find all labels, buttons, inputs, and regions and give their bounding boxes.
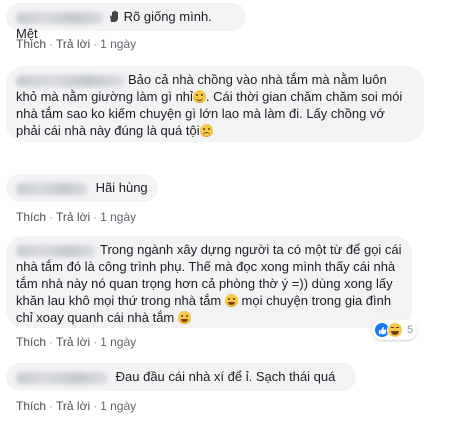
laughing-emoji-icon <box>224 294 238 307</box>
comment-line: khỏ mà nằm giường làm gì nhỉ <box>16 89 193 104</box>
blurred-author-name <box>16 11 104 24</box>
comment-bubble: Bảo cả nhà chồng vào nhà tắm mà nằm luôn… <box>6 66 424 142</box>
comment-line: tắm nhà này nó quan trọng hơn cả phòng t… <box>16 276 393 291</box>
comment-line: chỉ xoay quanh cái nhà tắm <box>16 310 175 325</box>
blurred-author-name <box>16 244 96 257</box>
comment-line: nhà tắm đó là công trình phụ. Thế mà đọc… <box>16 259 396 274</box>
comment-bubble: Trong ngành xây dựng người ta có một từ … <box>6 236 412 328</box>
reaction-count: 5 <box>407 324 414 336</box>
comment-actions: Thích · Trả lời · 1 ngày <box>16 37 137 51</box>
blurred-author-name <box>16 74 124 87</box>
laughing-emoji-icon <box>177 311 191 324</box>
like-link[interactable]: Thích <box>16 335 46 349</box>
comment-line: mọi chuyện trong gia đình <box>241 293 392 308</box>
reply-link[interactable]: Trả lời <box>56 37 90 51</box>
comment-timestamp[interactable]: 1 ngày <box>100 399 136 413</box>
comment-actions: Thích · Trả lời · 1 ngày <box>16 210 137 224</box>
comment-timestamp[interactable]: 1 ngày <box>100 335 136 349</box>
blurred-author-name <box>16 182 88 195</box>
comment-bubble: Đau đầu cái nhà xí để ỉ. Sạch thái quá <box>6 363 356 391</box>
like-link[interactable]: Thích <box>16 37 46 51</box>
comment-line: Trong ngành xây dựng người ta có một từ … <box>100 242 402 257</box>
comment-text: Đau đầu cái nhà xí để ỉ. Sạch thái quá <box>115 369 336 384</box>
comment-actions: Thích · Trả lời · 1 ngày <box>16 335 137 349</box>
comment-bubble: Hãi hùng <box>6 174 158 202</box>
waving-hand-icon <box>110 10 118 22</box>
smirk-emoji-icon <box>192 90 206 103</box>
reply-link[interactable]: Trả lời <box>56 399 90 413</box>
comment-actions: Thích · Trả lời · 1 ngày <box>16 399 137 413</box>
comment-bubble: Rõ giống mình. Mệt <box>6 3 246 41</box>
blurred-author-name <box>16 371 108 384</box>
comment-line: khăn lau khô mọi thứ trong nhà tắm <box>16 293 222 308</box>
sad-emoji-icon <box>199 124 213 137</box>
like-link[interactable]: Thích <box>16 399 46 413</box>
haha-reaction-icon <box>387 322 403 338</box>
reply-link[interactable]: Trả lời <box>56 335 90 349</box>
reaction-summary[interactable]: 5 <box>372 320 418 340</box>
comment-line: Cái thời gian chăm chăm soi mói <box>213 89 403 104</box>
comment-timestamp[interactable]: 1 ngày <box>100 210 136 224</box>
reply-link[interactable]: Trả lời <box>56 210 90 224</box>
like-link[interactable]: Thích <box>16 210 46 224</box>
comment-line: Bảo cả nhà chồng vào nhà tắm mà nằm luôn <box>128 72 387 87</box>
comment-line: phải cái nhà này đúng là quá tội <box>16 123 200 138</box>
comment-line: nhà tắm sao ko kiếm chuyện gì lớn lao mà… <box>16 106 385 121</box>
comment-text: Hãi hùng <box>95 180 148 195</box>
comment-timestamp[interactable]: 1 ngày <box>100 37 136 51</box>
